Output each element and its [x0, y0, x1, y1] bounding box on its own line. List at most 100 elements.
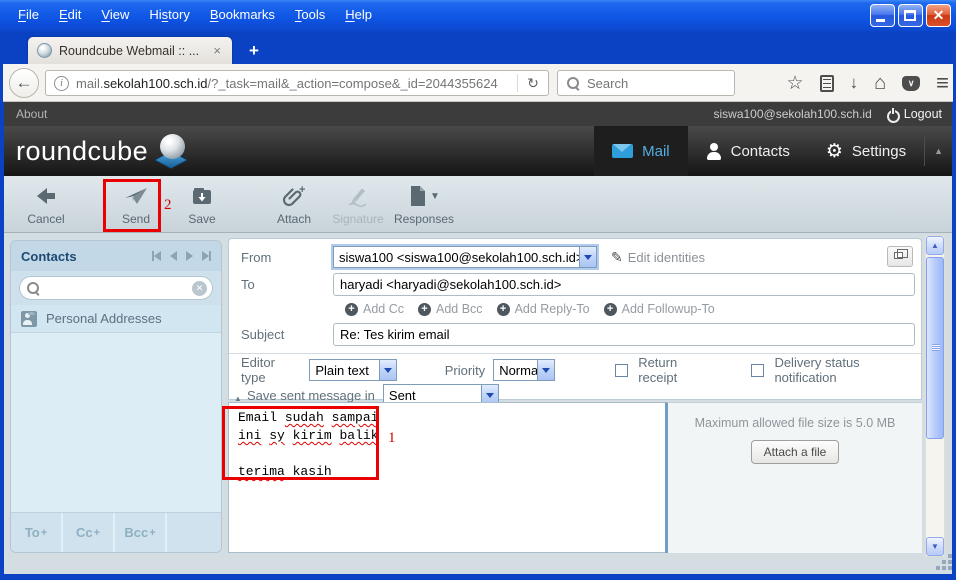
svg-text:+: + — [299, 184, 305, 196]
clear-search-icon[interactable]: ✕ — [192, 281, 207, 296]
nav-settings[interactable]: ⚙ Settings — [808, 126, 924, 176]
nav-mail[interactable]: Mail — [594, 126, 688, 176]
from-select[interactable]: siswa100 <siswa100@sekolah100.sch.id> — [333, 246, 597, 268]
return-receipt-checkbox[interactable] — [615, 364, 628, 377]
to-input[interactable] — [333, 273, 915, 296]
taskbar-collapse-icon[interactable]: ▲ — [925, 146, 952, 156]
window-close-button[interactable]: ✕ — [926, 4, 951, 27]
attach-button[interactable]: + Attach — [262, 183, 326, 226]
annotation-box-2 — [103, 179, 161, 232]
return-receipt-label: Return receipt — [638, 355, 717, 385]
back-button[interactable]: ← — [9, 68, 39, 98]
addressbook-icon — [21, 311, 37, 327]
dsn-checkbox[interactable] — [751, 364, 764, 377]
plus-circle-icon: + — [604, 303, 617, 316]
search-icon — [566, 76, 580, 90]
menu-edit[interactable]: Edit — [49, 4, 91, 25]
contacts-search-box[interactable]: ✕ — [19, 276, 213, 300]
add-followupto-link[interactable]: +Add Followup-To — [604, 302, 715, 316]
to-label: To — [241, 277, 333, 292]
responses-document-icon: ▼ — [408, 183, 440, 210]
browser-search-bar[interactable] — [557, 70, 735, 96]
contacts-list[interactable] — [11, 333, 221, 512]
dropdown-arrow-icon[interactable] — [579, 247, 596, 267]
scrollbar-thumb[interactable] — [926, 257, 944, 439]
cancel-button[interactable]: Cancel — [14, 183, 78, 226]
previous-page-icon[interactable] — [170, 251, 177, 261]
scroll-down-icon[interactable]: ▼ — [926, 537, 944, 556]
last-page-icon[interactable] — [202, 251, 211, 261]
logout-button[interactable]: Logout — [886, 107, 942, 121]
power-icon — [886, 108, 899, 121]
detach-compose-button[interactable] — [887, 246, 913, 267]
next-page-icon[interactable] — [186, 251, 193, 261]
menu-tools[interactable]: Tools — [285, 4, 335, 25]
url-text[interactable]: mail.sekolah100.sch.id/?_task=mail&_acti… — [76, 76, 517, 91]
menu-file[interactable]: File — [8, 4, 49, 25]
browser-menubar: FileEditViewHistoryBookmarksToolsHelp — [8, 4, 382, 25]
minimize-icon — [876, 19, 885, 22]
browser-tab[interactable]: Roundcube Webmail :: ... × — [28, 37, 232, 64]
window-minimize-button[interactable] — [870, 4, 895, 27]
detach-windows-icon — [894, 252, 903, 259]
nav-contacts[interactable]: Contacts — [688, 126, 808, 176]
menu-help[interactable]: Help — [335, 4, 382, 25]
add-cc-link[interactable]: +Add Cc — [345, 302, 404, 316]
menu-bookmarks[interactable]: Bookmarks — [200, 4, 285, 25]
signature-pen-icon — [345, 183, 371, 210]
downloads-icon[interactable]: ↓ — [850, 73, 859, 93]
new-tab-button[interactable]: + — [241, 40, 267, 62]
menu-view[interactable]: View — [91, 4, 139, 25]
dropdown-arrow-icon[interactable] — [379, 360, 396, 380]
add-bcc-link[interactable]: +Add Bcc — [418, 302, 483, 316]
subject-input[interactable] — [333, 323, 915, 346]
priority-select[interactable]: Normal — [493, 359, 555, 381]
addressbook-personal[interactable]: Personal Addresses — [11, 305, 221, 333]
home-icon[interactable]: ⌂ — [874, 72, 886, 95]
browser-search-input[interactable] — [580, 76, 734, 91]
search-icon — [26, 281, 40, 295]
first-page-icon[interactable] — [152, 251, 161, 261]
attach-file-button[interactable]: Attach a file — [751, 440, 840, 464]
url-bar[interactable]: i mail.sekolah100.sch.id/?_task=mail&_ac… — [45, 70, 549, 96]
contacts-search-row: ✕ — [11, 271, 221, 305]
max-file-size-hint: Maximum allowed file size is 5.0 MB — [695, 416, 896, 430]
add-replyto-link[interactable]: +Add Reply-To — [497, 302, 590, 316]
site-info-icon[interactable]: i — [54, 76, 69, 91]
responses-dropdown-caret: ▼ — [430, 191, 440, 202]
edit-identities-link[interactable]: Edit identities — [628, 250, 705, 265]
mail-envelope-icon — [612, 144, 633, 158]
menu-hamburger-icon[interactable]: ≡ — [936, 70, 949, 96]
top-info-bar: About siswa100@sekolah100.sch.id Logout — [4, 102, 952, 126]
add-to-button[interactable]: To+ — [11, 513, 63, 552]
reload-icon[interactable]: ↻ — [518, 75, 548, 92]
attach-paperclip-icon: + — [281, 183, 307, 210]
menu-history[interactable]: History — [139, 4, 199, 25]
add-cc-button[interactable]: Cc+ — [63, 513, 115, 552]
signature-button: Signature — [326, 183, 390, 226]
tab-close-icon[interactable]: × — [211, 43, 223, 58]
contacts-title: Contacts — [21, 249, 77, 264]
roundcube-logo: roundcube — [16, 126, 192, 176]
bookmarks-panel-icon[interactable] — [820, 75, 834, 92]
edit-pencil-icon[interactable]: ✎ — [611, 249, 623, 266]
editor-type-select[interactable]: Plain text — [309, 359, 396, 381]
add-bcc-button[interactable]: Bcc+ — [115, 513, 167, 552]
window-maximize-button[interactable] — [898, 4, 923, 27]
about-link[interactable]: About — [16, 107, 47, 121]
maximize-icon — [904, 10, 916, 21]
bookmark-star-icon[interactable]: ☆ — [787, 72, 804, 95]
roundcube-cube-icon — [154, 133, 192, 175]
page-scrollbar[interactable]: ▲ ▼ — [925, 235, 945, 557]
close-icon: ✕ — [927, 7, 950, 24]
responses-button[interactable]: ▼ Responses — [392, 183, 456, 226]
pocket-icon[interactable]: ∨ — [902, 76, 920, 91]
cancel-arrow-icon — [34, 183, 58, 210]
save-button[interactable]: Save — [170, 183, 234, 226]
resize-grip[interactable] — [948, 566, 952, 570]
tab-title: Roundcube Webmail :: ... — [59, 44, 211, 58]
dropdown-arrow-icon[interactable] — [537, 360, 554, 380]
attachments-panel: Maximum allowed file size is 5.0 MB Atta… — [665, 402, 922, 553]
scroll-up-icon[interactable]: ▲ — [926, 236, 944, 255]
contacts-search-input[interactable] — [40, 281, 192, 295]
